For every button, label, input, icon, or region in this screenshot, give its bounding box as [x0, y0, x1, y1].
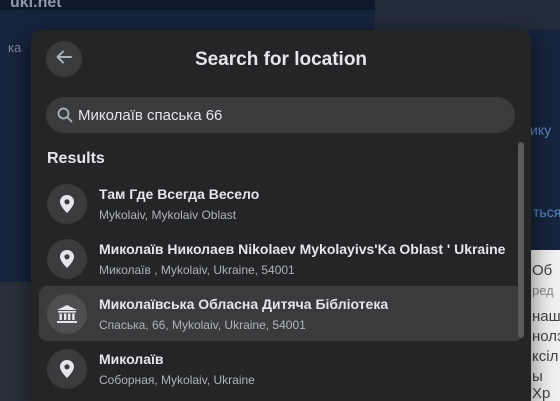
background-card — [375, 0, 560, 30]
result-subtitle: Спаська, 66, Mykolaiv, Ukraine, 54001 — [99, 317, 306, 332]
result-subtitle: Соборная, Mykolaiv, Ukraine — [99, 372, 255, 387]
background-text: ы Хр — [532, 368, 551, 401]
result-item[interactable]: Там Где Всегда Весело Mykolaiv, Mykolaiv… — [39, 176, 523, 231]
result-title: Миколаїв Николаев Nikolaev Mykolayivs'Ka… — [99, 240, 506, 257]
result-title: Миколаїв — [99, 350, 164, 367]
background-logo: uki.net — [10, 0, 62, 11]
dialog-header: Search for location — [31, 30, 531, 88]
search-icon — [56, 106, 74, 124]
result-title: Там Где Всегда Весело — [99, 185, 260, 202]
background-link: ику — [530, 122, 552, 138]
map-pin-icon — [47, 238, 87, 279]
map-pin-icon — [47, 183, 87, 224]
result-subtitle: Миколаїв , Mykolaiv, Ukraine, 54001 — [99, 262, 295, 277]
result-item[interactable]: Миколаїв Соборная, Mykolaiv, Ukraine — [39, 341, 523, 396]
result-subtitle: Mykolaiv, Mykolaiv Oblast — [99, 207, 237, 222]
result-item[interactable]: Миколаїв Николаев Nikolaev Mykolayivs'Ka… — [39, 231, 523, 286]
results-heading: Results — [47, 150, 105, 167]
background-text: нолэ — [532, 328, 560, 345]
map-pin-icon — [47, 348, 87, 389]
background-text: Об — [532, 262, 553, 279]
results-list: Там Где Всегда Весело Mykolaiv, Mykolaiv… — [39, 176, 523, 396]
search-bar[interactable] — [46, 97, 515, 133]
background-left-text: ка — [8, 40, 22, 55]
results-scrollbar[interactable] — [518, 142, 524, 338]
dialog-title: Search for location — [194, 49, 368, 70]
library-icon — [47, 293, 87, 334]
background-text: ред — [532, 283, 554, 298]
background-text: ксіл — [532, 348, 559, 365]
background-link: ться — [533, 204, 560, 220]
result-item-highlighted[interactable]: Миколаївська Обласна Дитяча Бібліотека С… — [39, 286, 523, 341]
result-title: Миколаївська Обласна Дитяча Бібліотека — [99, 295, 389, 312]
location-search-dialog: Search for location Results Там Где Всег… — [31, 30, 531, 401]
background-text: наш — [532, 308, 560, 325]
search-input[interactable] — [78, 106, 498, 124]
